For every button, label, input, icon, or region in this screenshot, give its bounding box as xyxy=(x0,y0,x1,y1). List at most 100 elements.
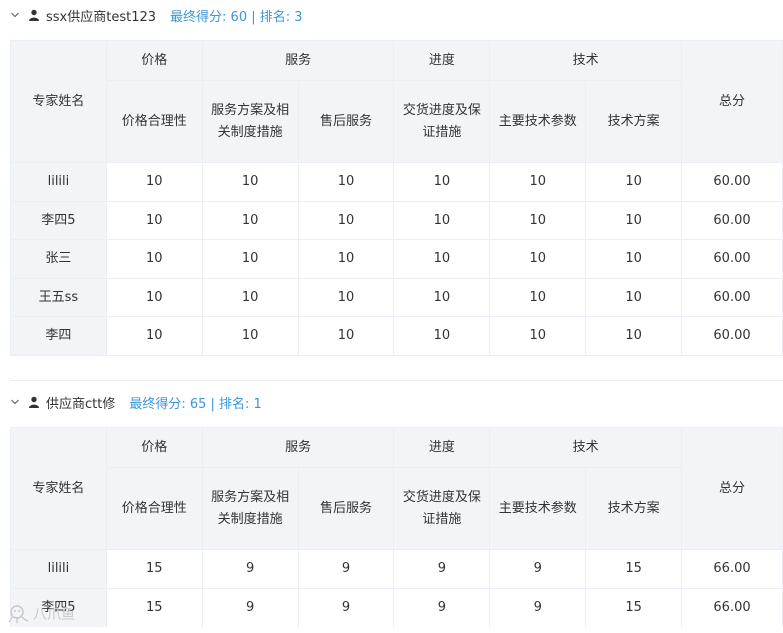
score-cell: 10 xyxy=(489,239,587,279)
header-sub-price-reasonableness: 价格合理性 xyxy=(105,80,203,163)
score-cell: 10 xyxy=(201,201,299,240)
chevron-down-icon[interactable] xyxy=(10,10,20,20)
header-group-progress: 进度 xyxy=(393,40,491,81)
score-cell: 10 xyxy=(393,162,491,202)
header-sub-tech-params: 主要技术参数 xyxy=(489,467,587,550)
score-cell: 10 xyxy=(585,316,683,356)
score-cell: 10 xyxy=(297,201,395,240)
watermark-text: 八爪鱼 xyxy=(33,607,75,623)
supplier-section-2: 供应商ctt修 最终得分: 65 | 排名: 1 专家姓名 价格 服务 进度 技… xyxy=(0,387,783,627)
header-expert-name: 专家姓名 xyxy=(10,427,107,550)
score-cell: 10 xyxy=(585,162,683,202)
total-cell: 60.00 xyxy=(681,162,783,202)
chevron-down-icon[interactable] xyxy=(10,397,20,407)
score-cell: 15 xyxy=(585,588,683,627)
watermark: 八爪鱼 xyxy=(8,604,75,624)
table-row: 王五ss 10 10 10 10 10 10 60.00 xyxy=(10,278,783,317)
table-row: 李四5 10 10 10 10 10 10 60.00 xyxy=(10,201,783,240)
score-cell: 10 xyxy=(585,239,683,279)
header-sub-after-sales: 售后服务 xyxy=(297,80,395,163)
header-group-service: 服务 xyxy=(201,427,395,468)
table-row: lilili 15 9 9 9 9 15 66.00 xyxy=(10,549,783,589)
score-cell: 10 xyxy=(393,278,491,317)
score-cell: 10 xyxy=(393,201,491,240)
score-table-1: 专家姓名 价格 服务 进度 技术 总分 价格合理性 服务方案及相关制度措施 售后… xyxy=(10,40,783,356)
score-cell: 10 xyxy=(105,162,203,202)
header-group-price: 价格 xyxy=(105,40,203,81)
header-sub-price-reasonableness: 价格合理性 xyxy=(105,467,203,550)
score-cell: 10 xyxy=(297,162,395,202)
score-cell: 9 xyxy=(297,549,395,589)
expert-name-cell: 王五ss xyxy=(10,278,107,317)
score-cell: 15 xyxy=(585,549,683,589)
score-cell: 9 xyxy=(201,549,299,589)
header-group-tech: 技术 xyxy=(489,427,683,468)
score-cell: 10 xyxy=(201,278,299,317)
score-cell: 15 xyxy=(105,588,203,627)
score-cell: 10 xyxy=(489,316,587,356)
expert-name-cell: lilili xyxy=(10,549,107,589)
score-info: 最终得分: 60 | 排名: 3 xyxy=(170,9,303,25)
score-cell: 10 xyxy=(105,201,203,240)
octopus-logo-icon xyxy=(8,605,29,623)
supplier-name: ssx供应商test123 xyxy=(46,9,157,25)
table-row: 李四5 15 9 9 9 9 15 66.00 xyxy=(10,588,783,627)
supplier-header-1[interactable]: ssx供应商test123 最终得分: 60 | 排名: 3 xyxy=(0,0,783,30)
section-divider xyxy=(10,380,783,381)
score-cell: 10 xyxy=(105,239,203,279)
supplier-name: 供应商ctt修 xyxy=(46,396,116,412)
header-group-price: 价格 xyxy=(105,427,203,468)
expert-name-cell: lilili xyxy=(10,162,107,202)
table-row: 李四 10 10 10 10 10 10 60.00 xyxy=(10,316,783,356)
score-cell: 10 xyxy=(393,316,491,356)
score-cell: 9 xyxy=(297,588,395,627)
supplier-header-2[interactable]: 供应商ctt修 最终得分: 65 | 排名: 1 xyxy=(0,387,783,417)
score-cell: 10 xyxy=(201,316,299,356)
table-row: lilili 10 10 10 10 10 10 60.00 xyxy=(10,162,783,202)
header-sub-tech-plan: 技术方案 xyxy=(585,80,683,163)
header-total: 总分 xyxy=(681,427,783,550)
score-cell: 10 xyxy=(585,278,683,317)
score-cell: 9 xyxy=(393,588,491,627)
header-sub-tech-plan: 技术方案 xyxy=(585,467,683,550)
score-cell: 9 xyxy=(201,588,299,627)
total-cell: 60.00 xyxy=(681,201,783,240)
score-cell: 10 xyxy=(297,239,395,279)
total-cell: 60.00 xyxy=(681,239,783,279)
score-cell: 10 xyxy=(297,278,395,317)
score-cell: 10 xyxy=(297,316,395,356)
header-total: 总分 xyxy=(681,40,783,163)
total-cell: 60.00 xyxy=(681,316,783,356)
header-sub-delivery-progress: 交货进度及保证措施 xyxy=(393,80,491,163)
score-cell: 10 xyxy=(489,278,587,317)
expert-name-cell: 李四 xyxy=(10,316,107,356)
score-cell: 9 xyxy=(489,549,587,589)
score-cell: 10 xyxy=(105,316,203,356)
user-icon xyxy=(29,9,39,21)
header-group-progress: 进度 xyxy=(393,427,491,468)
table-row: 张三 10 10 10 10 10 10 60.00 xyxy=(10,239,783,279)
score-cell: 10 xyxy=(201,162,299,202)
header-sub-after-sales: 售后服务 xyxy=(297,467,395,550)
header-expert-name: 专家姓名 xyxy=(10,40,107,163)
score-cell: 10 xyxy=(489,162,587,202)
score-cell: 10 xyxy=(201,239,299,279)
total-cell: 60.00 xyxy=(681,278,783,317)
expert-name-cell: 李四5 xyxy=(10,201,107,240)
score-cell: 10 xyxy=(393,239,491,279)
header-group-tech: 技术 xyxy=(489,40,683,81)
score-info: 最终得分: 65 | 排名: 1 xyxy=(129,396,262,412)
header-sub-tech-params: 主要技术参数 xyxy=(489,80,587,163)
score-cell: 15 xyxy=(105,549,203,589)
score-cell: 10 xyxy=(489,201,587,240)
score-cell: 9 xyxy=(489,588,587,627)
header-sub-service-plan: 服务方案及相关制度措施 xyxy=(201,467,299,550)
total-cell: 66.00 xyxy=(681,549,783,589)
expert-name-cell: 张三 xyxy=(10,239,107,279)
supplier-section-1: ssx供应商test123 最终得分: 60 | 排名: 3 专家姓名 价格 服… xyxy=(0,0,783,356)
total-cell: 66.00 xyxy=(681,588,783,627)
score-cell: 10 xyxy=(105,278,203,317)
score-cell: 10 xyxy=(585,201,683,240)
score-table-2: 专家姓名 价格 服务 进度 技术 总分 价格合理性 服务方案及相关制度措施 售后… xyxy=(10,427,783,627)
user-icon xyxy=(29,396,39,408)
